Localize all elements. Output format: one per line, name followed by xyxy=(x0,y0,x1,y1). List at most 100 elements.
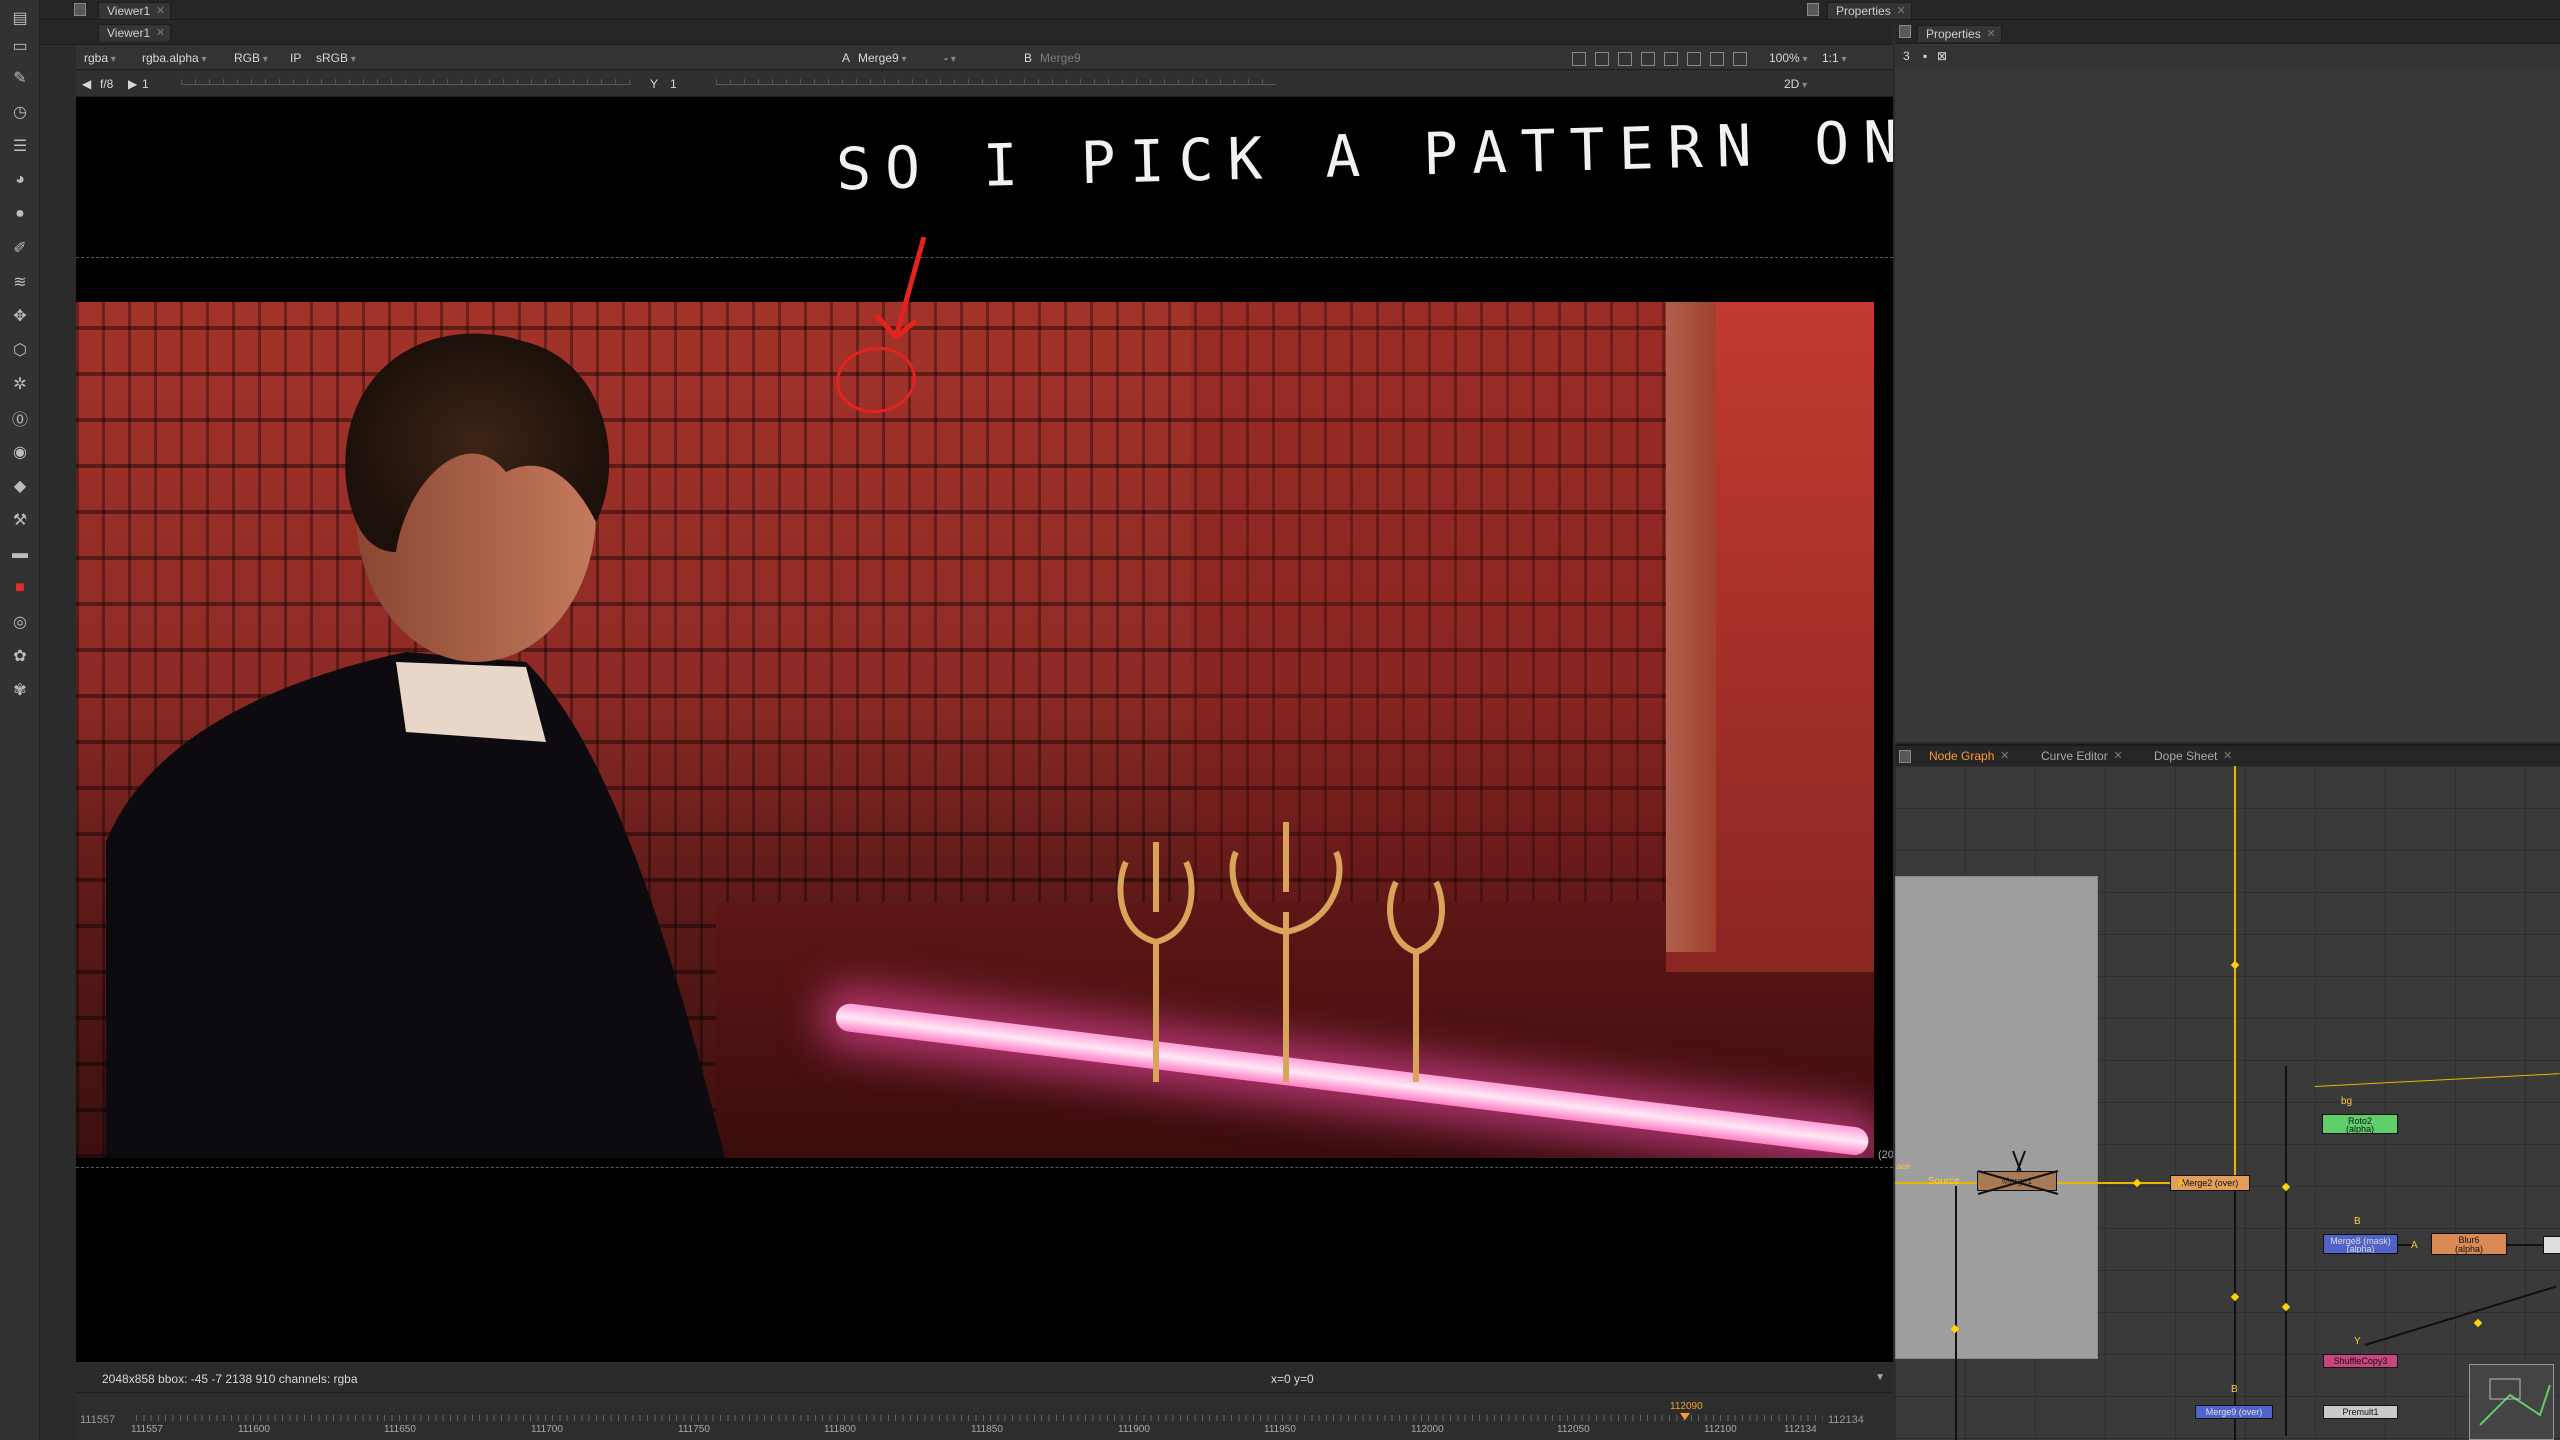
prev-frame-icon[interactable]: ◀ xyxy=(82,76,91,92)
close-icon[interactable]: ✕ xyxy=(156,25,165,42)
pane-menu-icon[interactable] xyxy=(1899,750,1911,763)
particles-icon[interactable]: ✲ xyxy=(8,372,32,396)
lut-dropdown[interactable]: sRGB xyxy=(316,50,356,66)
furnace-icon[interactable]: ■ xyxy=(8,576,32,600)
display-dropdown[interactable]: RGB xyxy=(234,50,268,66)
max-panels-input[interactable]: 3 xyxy=(1903,48,1910,64)
tab-viewer[interactable]: Viewer1 ✕ xyxy=(98,24,172,42)
left-toolbar: ▤ ▭ ✎ ◷ ☰ ◕ ● ✐ ≋ ✥ ⬡ ✲ ⓪ ◉ ◆ ⚒ ▬ ■ ◎ ✿ … xyxy=(0,0,40,1440)
tab-label: Properties xyxy=(1926,27,1981,41)
ocula-icon[interactable]: ◎ xyxy=(8,610,32,634)
overlay-icon[interactable] xyxy=(1641,51,1655,66)
paint-icon[interactable]: ✎ xyxy=(8,66,32,90)
playhead-marker[interactable] xyxy=(1680,1413,1690,1420)
pane-menu-icon[interactable] xyxy=(74,3,86,16)
zoom-dropdown[interactable]: 100% xyxy=(1769,50,1808,66)
gamma-value[interactable]: 1 xyxy=(670,76,677,92)
minimap-preview xyxy=(2479,1378,2551,1426)
viewer-info-bar: 2048x858 bbox: -45 -7 2138 910 channels:… xyxy=(76,1368,1893,1390)
timeline[interactable]: 111557 111557 111600 111650 111700 11175… xyxy=(76,1392,1893,1440)
time-icon[interactable]: ◷ xyxy=(8,100,32,124)
metadata-icon[interactable]: ◆ xyxy=(8,474,32,498)
proxy-icon[interactable] xyxy=(1710,51,1724,66)
roi-icon[interactable] xyxy=(1572,51,1586,66)
timeline-end[interactable]: 112134 xyxy=(1828,1414,1864,1426)
channel-icon[interactable]: ☰ xyxy=(8,134,32,158)
timeline-start[interactable]: 111557 xyxy=(80,1414,115,1426)
refresh-icon[interactable] xyxy=(1687,51,1701,66)
wire-dot[interactable] xyxy=(2132,1178,2142,1188)
node-label: Merge8 (mask) (alpha) xyxy=(2330,1236,2391,1254)
wire-dot[interactable] xyxy=(2473,1318,2483,1328)
tab-curve-editor[interactable]: Curve Editor ✕ xyxy=(2033,748,2128,765)
a-input-dropdown[interactable]: Merge9 xyxy=(858,50,907,66)
node-graph-minimap[interactable] xyxy=(2469,1364,2554,1440)
close-icon[interactable]: ✕ xyxy=(2223,748,2232,765)
tab-label: Properties xyxy=(1836,4,1891,18)
safe-area-icon[interactable] xyxy=(1595,51,1609,66)
wire-dot[interactable] xyxy=(2281,1182,2291,1192)
tab-properties[interactable]: Properties ✕ xyxy=(1917,25,2002,42)
wire-dot[interactable] xyxy=(2230,960,2240,970)
info-expand-icon[interactable]: ▼ xyxy=(1875,1372,1885,1383)
pane-menu-icon[interactable] xyxy=(1899,25,1911,38)
wire-dot[interactable] xyxy=(2281,1302,2291,1312)
node-blur[interactable]: Blur6 (alpha) xyxy=(2431,1233,2507,1255)
view-mode-dropdown[interactable]: 2D xyxy=(1784,76,1807,92)
image-icon[interactable]: ▤ xyxy=(8,6,32,30)
fstop-value[interactable]: f/8 xyxy=(100,76,113,92)
color-icon[interactable]: ◕ xyxy=(8,168,32,192)
node-roto[interactable]: Roto2 (alpha) xyxy=(2322,1114,2398,1134)
gizmo2-icon[interactable]: ✾ xyxy=(8,678,32,702)
keyer-icon[interactable]: ✐ xyxy=(8,236,32,260)
pane-menu-icon[interactable] xyxy=(1807,3,1819,16)
node-graph-canvas[interactable]: Merge2 (over) Merge1 Source ace A Roto2 … xyxy=(1895,766,2560,1440)
tab-node-graph[interactable]: Node Graph ✕ xyxy=(1921,748,2014,765)
toolsets-icon[interactable]: ⚒ xyxy=(8,508,32,532)
viewer-canvas[interactable]: SO I PICK A PATTERN ON CGI... xyxy=(76,97,1893,1362)
merge-icon[interactable]: ≋ xyxy=(8,270,32,294)
pause-icon[interactable] xyxy=(1733,51,1747,66)
node-merge-over-2[interactable]: Merge9 (over) xyxy=(2195,1405,2273,1419)
node-premult[interactable]: Premult1 xyxy=(2323,1405,2398,1419)
timeline-label: 112000 xyxy=(1411,1424,1444,1435)
draw-icon[interactable]: ▭ xyxy=(8,34,32,58)
wire-dot[interactable] xyxy=(2230,1292,2240,1302)
close-icon[interactable]: ✕ xyxy=(2113,748,2122,765)
b-input-label: B xyxy=(1024,51,1033,65)
clipping-icon[interactable] xyxy=(1664,51,1678,66)
node-offscreen[interactable] xyxy=(2543,1236,2560,1254)
next-frame-icon[interactable]: ▶ xyxy=(128,76,137,92)
filter-icon[interactable]: ● xyxy=(8,202,32,226)
wipe-icon[interactable] xyxy=(1618,51,1632,66)
close-icon[interactable]: ✕ xyxy=(1986,26,1995,43)
tab-viewer-top[interactable]: Viewer1 ✕ xyxy=(98,2,172,20)
ip-button[interactable]: IP xyxy=(290,50,301,66)
b-input-dropdown[interactable]: Merge9 xyxy=(1040,50,1081,66)
close-icon[interactable]: ✕ xyxy=(156,3,165,20)
wire xyxy=(2234,1186,2236,1440)
backdrop-node[interactable] xyxy=(1895,876,2098,1359)
frame-step-value[interactable]: 1 xyxy=(142,76,149,92)
views-icon[interactable]: ◉ xyxy=(8,440,32,464)
lock-icon[interactable]: ▪ xyxy=(1923,48,1927,64)
tab-dope-sheet[interactable]: Dope Sheet ✕ xyxy=(2146,748,2237,765)
gizmo-icon[interactable]: ✿ xyxy=(8,644,32,668)
tab-properties-top[interactable]: Properties ✕ xyxy=(1827,2,1912,19)
node-source-label: Source xyxy=(1928,1176,1960,1187)
compare-op-dropdown[interactable]: - xyxy=(944,50,1014,66)
other-icon[interactable]: ▬ xyxy=(8,542,32,566)
close-icon[interactable]: ✕ xyxy=(1896,3,1905,20)
channel-dropdown[interactable]: rgba.alpha xyxy=(142,50,207,66)
layer-dropdown[interactable]: rgba xyxy=(84,50,116,66)
gain-slider[interactable] xyxy=(181,77,631,91)
transform-icon[interactable]: ✥ xyxy=(8,304,32,328)
close-icon[interactable]: ✕ xyxy=(2000,748,2009,765)
deep-icon[interactable]: ⓪ xyxy=(8,406,32,430)
3d-icon[interactable]: ⬡ xyxy=(8,338,32,362)
ratio-dropdown[interactable]: 1:1 xyxy=(1822,50,1847,66)
clear-panels-icon[interactable]: ⊠ xyxy=(1937,48,1947,64)
node-shuffle[interactable]: ShuffleCopy3 xyxy=(2323,1354,2398,1368)
gamma-slider[interactable] xyxy=(716,77,1276,91)
node-merge-mask[interactable]: Merge8 (mask) (alpha) xyxy=(2323,1234,2398,1254)
